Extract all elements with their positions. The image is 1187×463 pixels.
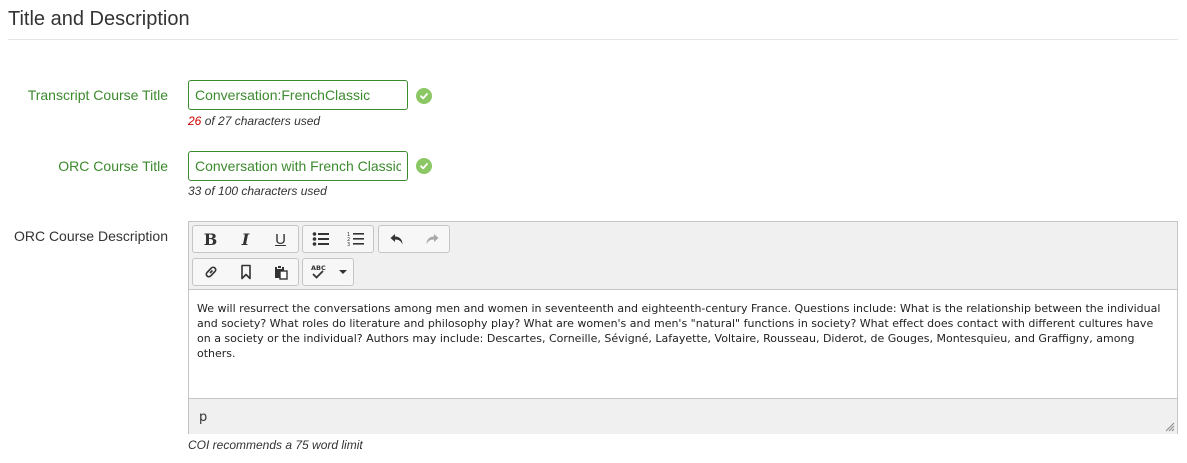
numbered-list-button[interactable]: 1 2 3 xyxy=(338,226,373,252)
editor-content[interactable]: We will resurrect the conversations amon… xyxy=(189,290,1177,398)
spellcheck-button-group: ABC xyxy=(302,258,354,286)
bookmark-button[interactable] xyxy=(228,259,263,285)
history-button-group xyxy=(378,225,450,253)
italic-button[interactable]: I xyxy=(228,226,263,252)
transcript-title-count-rest: of 27 characters used xyxy=(201,114,321,128)
section-title: Title and Description xyxy=(8,8,190,30)
editor-statusbar: p xyxy=(189,398,1177,434)
link-button[interactable] xyxy=(193,259,228,285)
orc-title-input[interactable] xyxy=(188,151,408,181)
underline-button[interactable]: U xyxy=(263,226,298,252)
element-path[interactable]: p xyxy=(199,410,207,425)
paste-button[interactable] xyxy=(263,259,298,285)
undo-icon xyxy=(390,234,402,245)
orc-title-help: 33 of 100 characters used xyxy=(188,184,327,198)
orc-description-label: ORC Course Description xyxy=(13,228,168,244)
paste-icon xyxy=(274,265,288,280)
insert-button-group xyxy=(192,258,299,286)
transcript-title-help: 26 of 27 characters used xyxy=(188,114,320,128)
spellcheck-icon: ABC xyxy=(311,264,326,279)
title-divider xyxy=(8,39,1178,40)
bold-button[interactable]: B xyxy=(193,226,228,252)
bullet-list-button[interactable] xyxy=(303,226,338,252)
redo-icon xyxy=(426,234,438,245)
format-button-group: B I U xyxy=(192,225,299,253)
bookmark-icon xyxy=(240,264,251,280)
transcript-title-count-used: 26 xyxy=(188,114,202,128)
link-icon xyxy=(204,266,217,278)
transcript-title-input[interactable] xyxy=(188,80,408,110)
svg-text:3: 3 xyxy=(347,242,350,247)
orc-description-help: COI recommends a 75 word limit xyxy=(188,438,363,452)
list-button-group: 1 2 3 xyxy=(302,225,374,253)
chevron-down-icon xyxy=(339,270,347,274)
spellcheck-dropdown-button[interactable] xyxy=(333,259,353,285)
numbered-list-icon: 1 2 3 xyxy=(347,232,364,247)
transcript-title-check-icon xyxy=(416,88,432,104)
orc-title-check-icon xyxy=(416,158,432,174)
rich-text-editor: B I U 1 2 3 ABC We will resurrect the co… xyxy=(188,221,1178,434)
bullet-list-icon xyxy=(312,232,329,246)
undo-button[interactable] xyxy=(379,226,414,252)
editor-toolbar: B I U 1 2 3 ABC xyxy=(189,222,1177,290)
svg-text:ABC: ABC xyxy=(311,264,326,272)
transcript-title-label: Transcript Course Title xyxy=(27,87,168,103)
spellcheck-button[interactable]: ABC xyxy=(303,259,333,285)
redo-button[interactable] xyxy=(414,226,449,252)
orc-title-label: ORC Course Title xyxy=(58,158,168,174)
resize-handle-icon[interactable] xyxy=(1165,422,1175,432)
